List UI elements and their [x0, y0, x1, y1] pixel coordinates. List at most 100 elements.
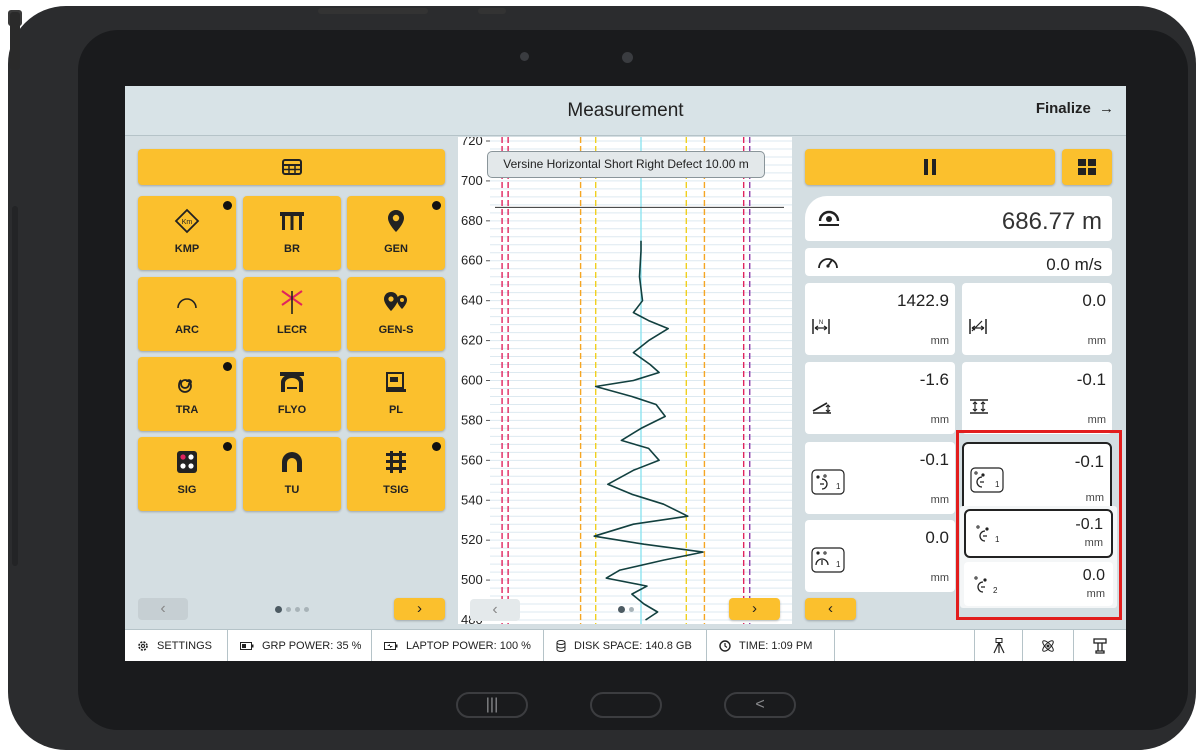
recents-nav-key[interactable]: ||| — [456, 692, 528, 718]
front-camera-icon — [622, 52, 633, 63]
clock-icon — [719, 640, 731, 652]
app-header: Measurement Finalize → — [125, 86, 1126, 136]
battery-charging-icon — [384, 642, 398, 650]
measurement-unit: mm — [930, 414, 949, 426]
tile-kmp[interactable]: Km KMP — [138, 196, 236, 270]
tile-tra[interactable]: TRA — [138, 357, 236, 431]
y-tick-label: 500 — [461, 572, 483, 587]
versine-left-1-icon: 1 — [974, 523, 1004, 550]
tiles-next-button[interactable]: › — [394, 598, 445, 620]
measurement-value: -0.1 — [1074, 452, 1104, 471]
measurement-value: -0.1 — [919, 450, 949, 469]
platform-icon — [347, 369, 445, 395]
notification-dot — [432, 201, 441, 210]
survey-tool-button[interactable] — [975, 630, 1023, 661]
map-pins-icon — [347, 289, 445, 315]
notification-dot — [223, 442, 232, 451]
dropdown-option-2[interactable]: 2 0.0 mm — [964, 562, 1113, 606]
y-tick-label: 660 — [461, 253, 483, 268]
svg-text:N: N — [819, 320, 823, 326]
measurement-card[interactable]: -1.6 mm — [805, 362, 955, 434]
y-tick-label: 620 — [461, 333, 483, 348]
map-pin-icon — [347, 208, 445, 234]
measurement-value: 0.0 — [925, 528, 949, 547]
tablet-side-edge — [12, 206, 18, 566]
tile-label: GEN — [384, 243, 408, 255]
tile-arc[interactable]: ARC — [138, 277, 236, 351]
measurement-card[interactable]: N 1422.9 mm — [805, 283, 955, 355]
chart-page-indicator — [618, 606, 634, 613]
disk-space-text: DISK SPACE: 140.8 GB — [574, 640, 692, 652]
measurement-unit: mm — [1087, 335, 1106, 347]
laptop-power-text: LAPTOP POWER: 100 % — [406, 640, 531, 652]
dropdown-option-1-unit: mm — [1084, 537, 1103, 549]
spiral-icon — [138, 369, 236, 395]
y-tick-label: 680 — [461, 213, 483, 228]
speedometer-icon — [818, 258, 838, 269]
tile-label: TRA — [175, 404, 199, 416]
time-text: TIME: 1:09 PM — [739, 640, 813, 652]
measurement-unit: mm — [930, 335, 949, 347]
measurement-card[interactable]: 1 0.0 mm — [805, 520, 955, 592]
chart-next-button[interactable]: › — [729, 598, 780, 620]
page-title: Measurement — [567, 100, 684, 121]
versine-left-dropdown: 1 -0.1 mm 2 0.0 mm — [960, 506, 1117, 608]
tile-sig[interactable]: SIG — [138, 437, 236, 511]
measurement-card[interactable]: 1 -0.1 mm — [805, 442, 955, 514]
tile-gen[interactable]: GEN — [347, 196, 445, 270]
rail-tool-button[interactable] — [1074, 630, 1126, 661]
measurement-unit: mm — [930, 572, 949, 584]
dropdown-option-1[interactable]: 1 -0.1 mm — [964, 509, 1113, 558]
table-view-button[interactable] — [138, 149, 445, 185]
twist-icon — [968, 397, 990, 420]
tile-pl[interactable]: PL — [347, 357, 445, 431]
measurement-unit: mm — [1085, 492, 1104, 504]
y-tick-label: 540 — [461, 492, 483, 507]
disk-space-status: DISK SPACE: 140.8 GB — [544, 630, 707, 661]
measurement-card[interactable]: -0.1 mm — [962, 362, 1112, 434]
sensor-tool-button[interactable] — [1023, 630, 1074, 661]
stylus — [10, 12, 20, 70]
back-nav-key[interactable]: < — [724, 692, 796, 718]
grid-icon — [1078, 159, 1096, 175]
finalize-button[interactable]: Finalize → — [1036, 100, 1114, 117]
cards-prev-button[interactable]: ‹ — [805, 598, 856, 620]
versine-right-icon: 1 — [811, 469, 845, 500]
power-button — [478, 8, 506, 14]
measurement-value: 1422.9 — [897, 291, 949, 310]
gauge-deviation-icon — [968, 316, 988, 341]
measurement-card[interactable]: 0.0 mm — [962, 283, 1112, 355]
tile-gen-s[interactable]: GEN-S — [347, 277, 445, 351]
svg-text:1: 1 — [836, 560, 841, 569]
svg-text:Km: Km — [182, 219, 193, 226]
grp-power-status: GRP POWER: 35 % — [228, 630, 372, 661]
status-spacer — [835, 630, 975, 661]
tile-flyo[interactable]: FLYO — [243, 357, 341, 431]
notification-dot — [432, 442, 441, 451]
layout-grid-button[interactable] — [1062, 149, 1112, 185]
gear-icon — [138, 641, 148, 651]
tile-label: ARC — [175, 324, 199, 336]
status-bar: SETTINGS GRP POWER: 35 % LAPTOP POWER: 1… — [125, 629, 1126, 661]
track-signal-icon — [347, 449, 445, 475]
tile-tu[interactable]: TU — [243, 437, 341, 511]
tile-label: GEN-S — [378, 324, 414, 336]
tile-br[interactable]: BR — [243, 196, 341, 270]
y-tick-label: 520 — [461, 532, 483, 547]
dropdown-option-2-unit: mm — [1086, 588, 1105, 600]
tiles-prev-button[interactable]: ‹ — [138, 598, 188, 620]
measurement-value: -1.6 — [919, 370, 949, 389]
settings-button[interactable]: SETTINGS — [125, 630, 228, 661]
svg-text:1: 1 — [995, 535, 1000, 544]
tile-tsig[interactable]: TSIG — [347, 437, 445, 511]
pause-button[interactable] — [805, 149, 1055, 185]
chart-prev-button[interactable]: ‹ — [470, 599, 520, 621]
battery-icon — [240, 642, 254, 650]
pause-icon — [924, 159, 936, 175]
home-nav-key[interactable] — [590, 692, 662, 718]
tile-label: TU — [284, 484, 300, 496]
cant-icon — [811, 397, 833, 420]
versine-left-icon: 1 — [970, 467, 1004, 498]
measurement-card[interactable]: 1 -0.1 mm — [962, 442, 1112, 514]
tile-lecr[interactable]: LECR — [243, 277, 341, 351]
